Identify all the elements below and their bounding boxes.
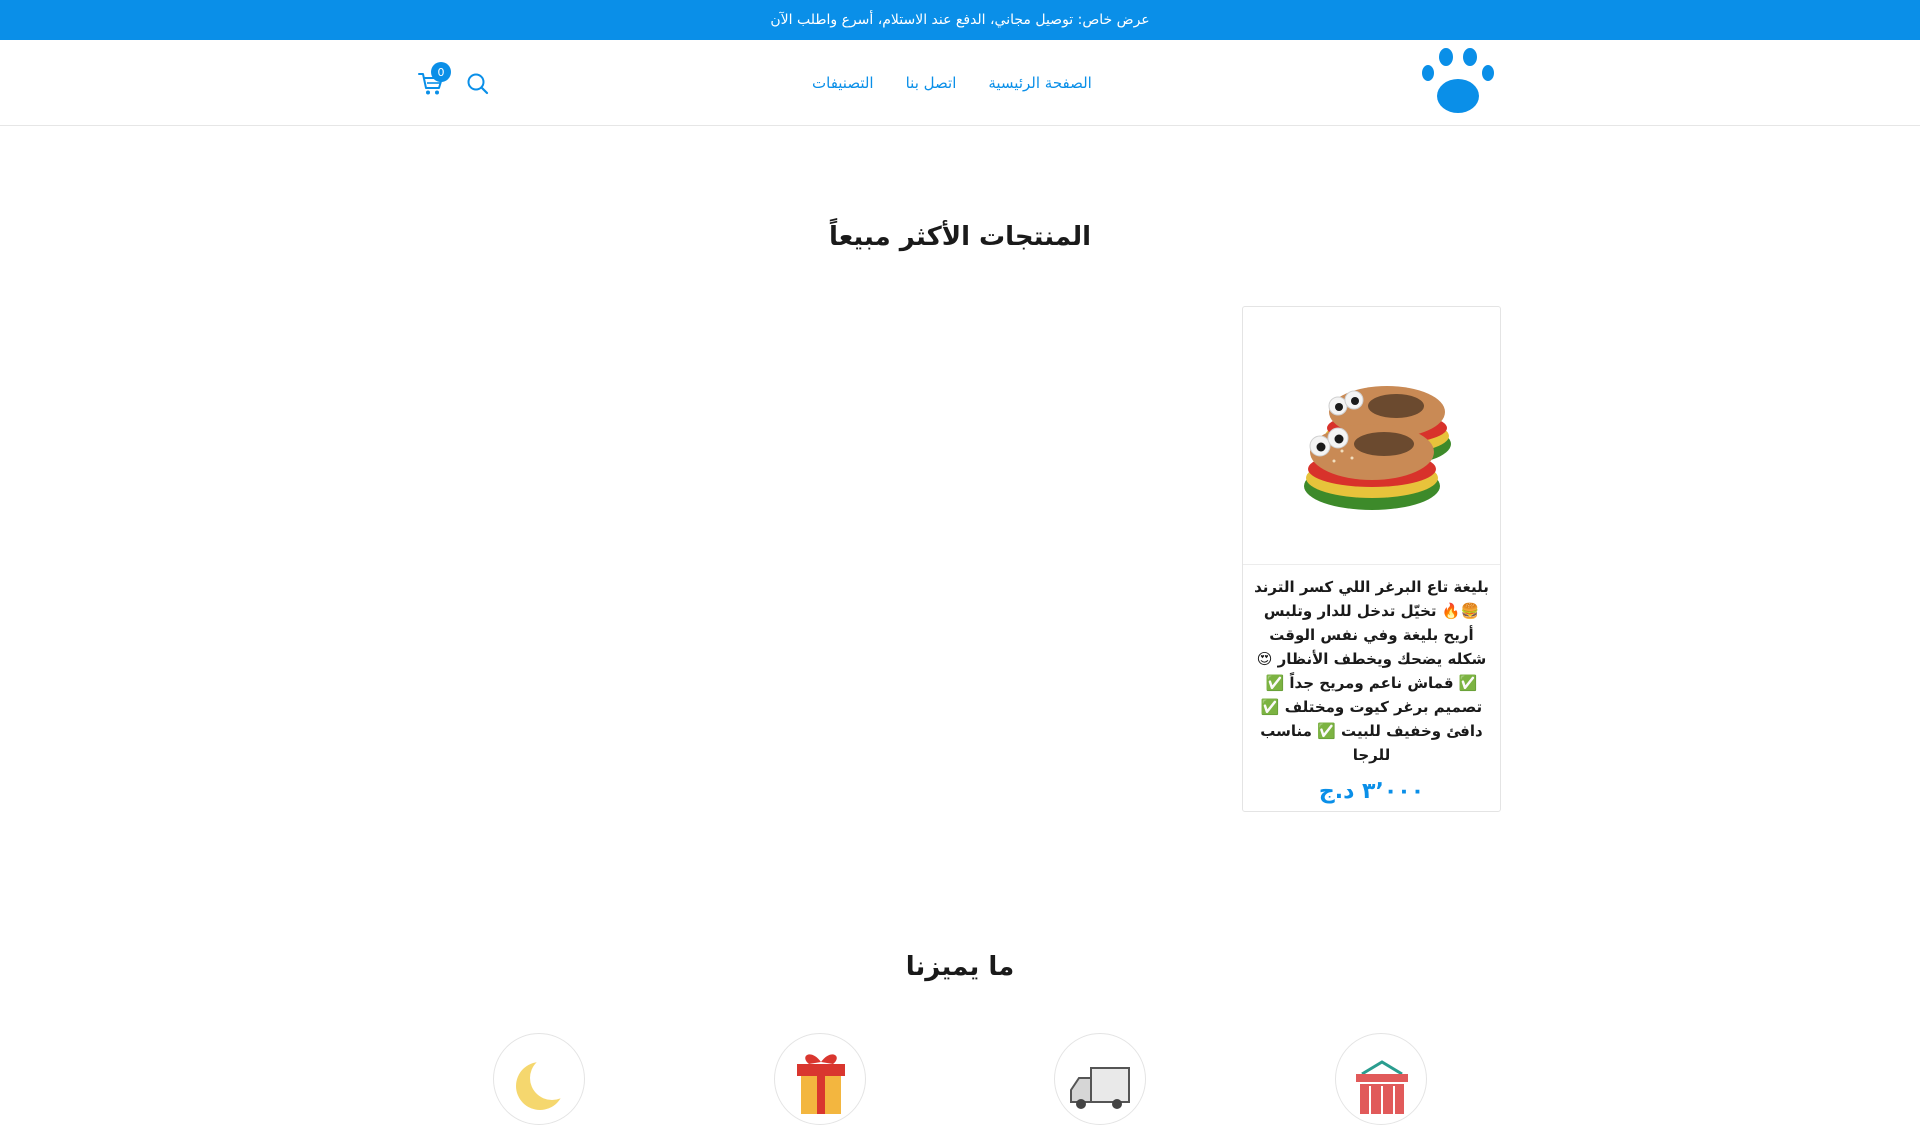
feature-basket [1335, 1033, 1427, 1125]
product-image[interactable] [1243, 307, 1500, 565]
nav-categories[interactable]: التصنيفات [812, 74, 874, 92]
search-button[interactable] [465, 71, 491, 97]
features-title: ما يميزنا [905, 952, 1015, 982]
announcement-bar: عرض خاص: توصيل مجاني، الدفع عند الاستلام… [0, 0, 1920, 40]
nav-home[interactable]: الصفحة الرئيسية [988, 74, 1092, 92]
announcement-text: عرض خاص: توصيل مجاني، الدفع عند الاستلام… [770, 12, 1150, 28]
search-icon [467, 73, 489, 95]
logo[interactable] [1422, 48, 1494, 120]
feature-gift [774, 1033, 866, 1125]
bestsellers-title: المنتجات الأكثر مبيعاً [828, 222, 1091, 252]
paw-icon [1422, 48, 1494, 113]
product-price: ٣٬٠٠٠ د.ج [1318, 779, 1425, 804]
cart-count-badge: 0 [431, 62, 451, 82]
burger-slippers-image [1303, 385, 1451, 510]
feature-delivery [1054, 1033, 1146, 1125]
main-nav: الصفحة الرئيسية اتصل بنا التصنيفات [812, 40, 1092, 126]
nav-contact[interactable]: اتصل بنا [906, 74, 957, 92]
feature-moon [493, 1033, 585, 1125]
product-title[interactable]: بليغة تاع البرغر اللي كسر الترند 🍔🔥 تخيّ… [1243, 565, 1500, 767]
product-card[interactable]: بليغة تاع البرغر اللي كسر الترند 🍔🔥 تخيّ… [1242, 306, 1501, 812]
site-header: الصفحة الرئيسية اتصل بنا التصنيفات [0, 40, 1920, 126]
